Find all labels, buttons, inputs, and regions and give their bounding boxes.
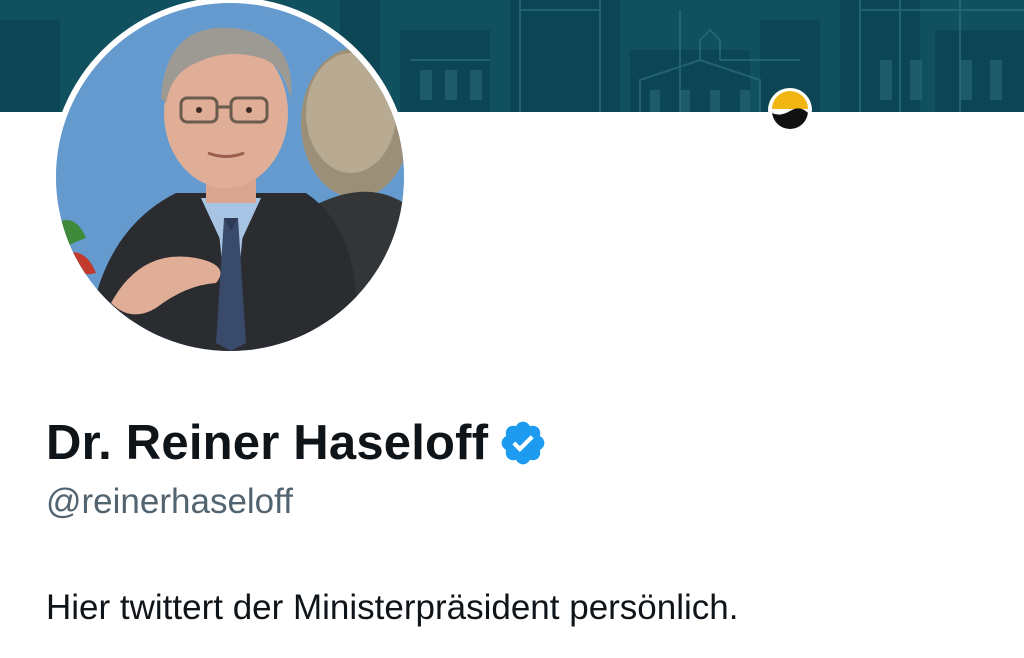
name-row: Dr. Reiner Haseloff	[46, 412, 548, 474]
verified-badge-icon[interactable]	[498, 418, 548, 468]
avatar-photo	[56, 3, 404, 351]
user-handle: @reinerhaseloff	[46, 482, 293, 521]
sun-mountain-badge-icon	[767, 87, 813, 133]
profile-bio: Hier twittert der Ministerpräsident pers…	[46, 588, 739, 627]
display-name: Dr. Reiner Haseloff	[46, 416, 489, 470]
profile-avatar[interactable]	[50, 0, 410, 357]
